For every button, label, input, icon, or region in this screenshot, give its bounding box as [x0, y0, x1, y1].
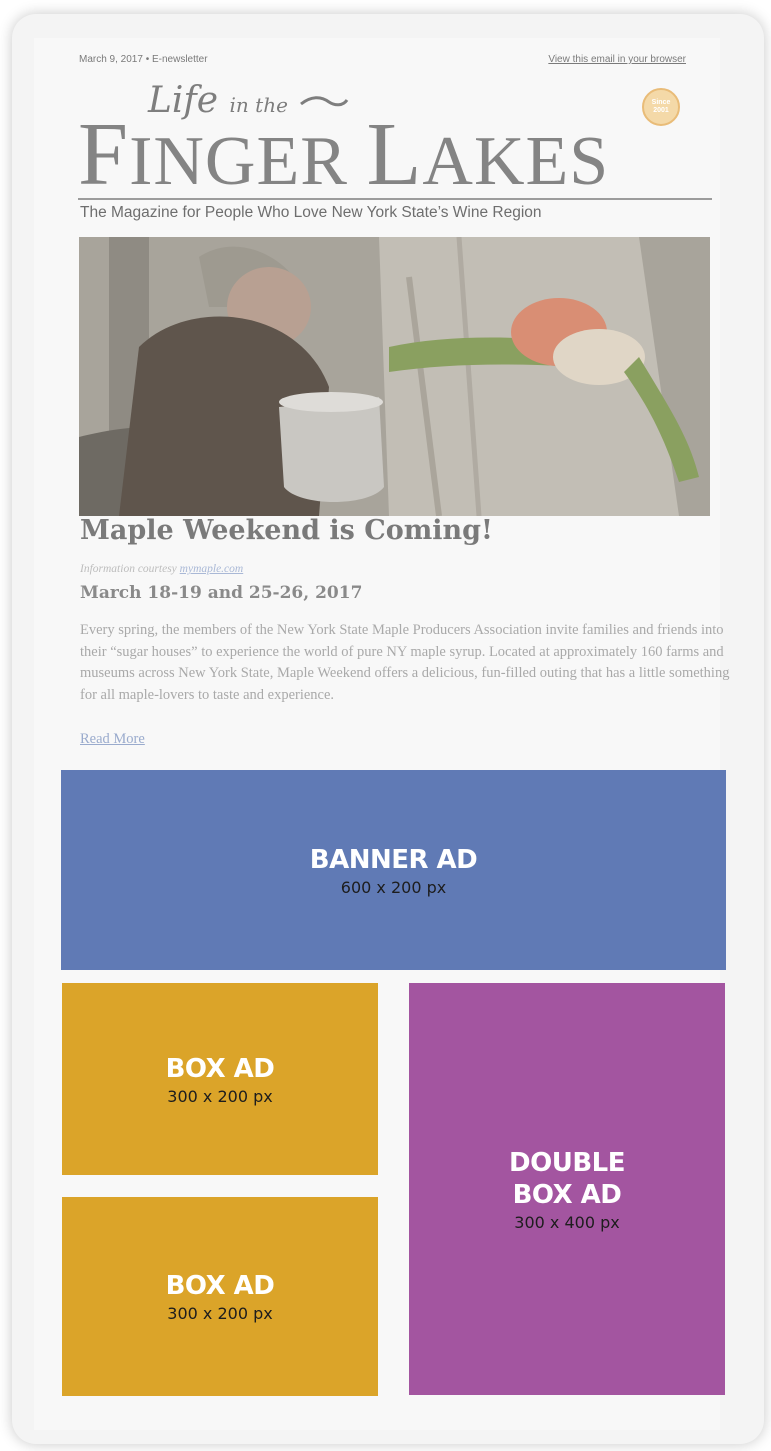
- article-headline: Maple Weekend is Coming!: [80, 515, 493, 546]
- box-ad-bottom-title: BOX AD: [165, 1271, 275, 1301]
- photo-illustration: [79, 237, 710, 516]
- read-more-link[interactable]: Read More: [80, 731, 145, 748]
- logo-inger: INGER: [129, 123, 367, 200]
- logo-wordmark: FINGER LAKES: [78, 110, 714, 207]
- maple-tapping-photo[interactable]: [79, 237, 710, 516]
- banner-ad-dimensions: 600 x 200 px: [340, 877, 447, 897]
- box-ad-top-title: BOX AD: [165, 1053, 275, 1084]
- logo-l: L: [366, 105, 423, 204]
- box-ad-top[interactable]: BOX AD 300 x 200 px: [62, 983, 378, 1175]
- double-box-ad-dimensions: 300 x 400 px: [514, 1212, 620, 1232]
- event-dates: March 18-19 and 25-26, 2017: [80, 583, 363, 603]
- seal-text: Since 2001: [651, 99, 671, 114]
- tagline: The Magazine for People Who Love New Yor…: [80, 204, 542, 221]
- double-box-ad-title: DOUBLE BOX AD: [509, 1147, 625, 1210]
- view-in-browser-link[interactable]: View this email in your browser: [548, 54, 686, 65]
- box-ad-top-dimensions: 300 x 200 px: [167, 1086, 273, 1106]
- box-ad-bottom-dimensions: 300 x 200 px: [167, 1304, 273, 1323]
- credit-prefix: Information courtesy: [80, 563, 180, 575]
- logo-f: F: [78, 105, 130, 204]
- banner-ad[interactable]: BANNER AD 600 x 200 px: [61, 770, 726, 970]
- article-body: Every spring, the members of the New Yor…: [80, 622, 730, 703]
- box-ad-bottom[interactable]: BOX AD 300 x 200 px: [62, 1197, 378, 1396]
- since-2001-seal: Since 2001: [642, 88, 680, 126]
- double-box-ad[interactable]: DOUBLE BOX AD 300 x 400 px: [409, 983, 725, 1395]
- logo-akes: AKES: [422, 123, 610, 200]
- date-line: March 9, 2017 • E-newsletter: [79, 54, 208, 65]
- logo-divider: [78, 198, 712, 200]
- article-credit: Information courtesy mymaple.com: [80, 563, 243, 575]
- swash-icon: [300, 96, 349, 107]
- banner-ad-title: BANNER AD: [309, 844, 478, 875]
- mymaple-link[interactable]: mymaple.com: [180, 563, 244, 575]
- email-top-line: March 9, 2017 • E-newsletter View this e…: [79, 54, 686, 70]
